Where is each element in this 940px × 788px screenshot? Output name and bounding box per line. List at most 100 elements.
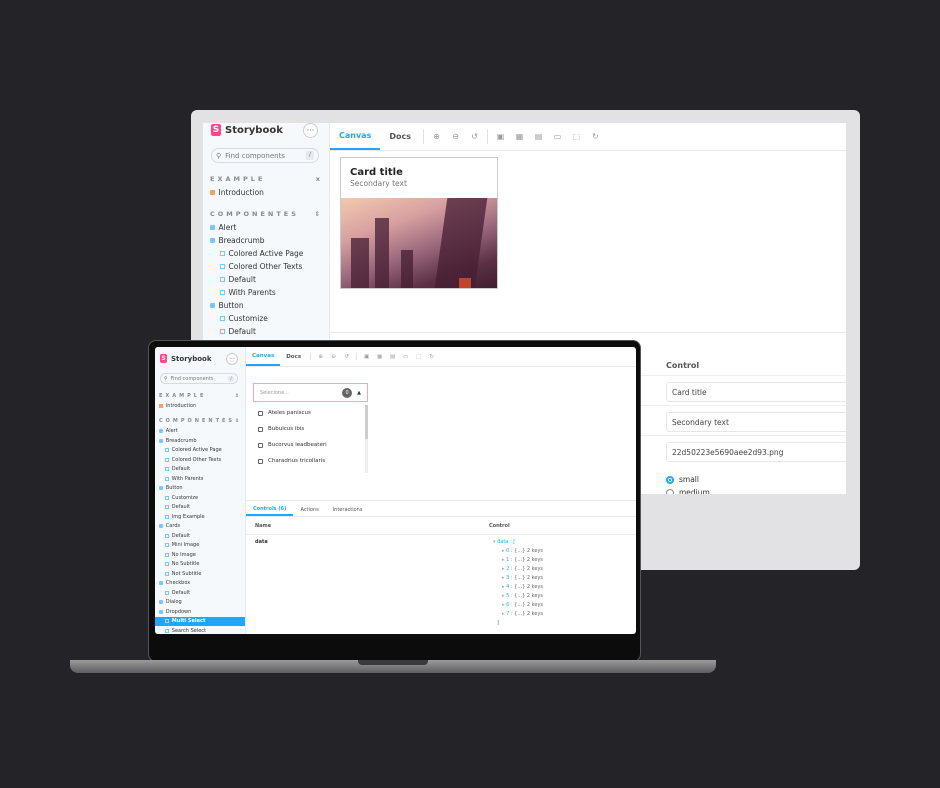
grid-icon[interactable]: ▦: [510, 123, 529, 150]
refresh-icon[interactable]: ↻: [425, 347, 438, 366]
sidebar-item[interactable]: Default: [155, 531, 245, 541]
sidebar-item[interactable]: Customize: [203, 312, 329, 325]
addon-tab[interactable]: Controls (6): [246, 503, 294, 516]
background-icon[interactable]: ▣: [360, 347, 373, 366]
sidebar-item[interactable]: Introduction: [203, 186, 329, 199]
measure-icon[interactable]: ▭: [548, 123, 567, 150]
sidebar-item[interactable]: Customize: [155, 493, 245, 503]
sidebar-item[interactable]: Alert: [155, 427, 245, 437]
sidebar-item[interactable]: With Parents: [155, 474, 245, 484]
checkbox[interactable]: [258, 410, 263, 416]
sidebar-item[interactable]: Breadcrumb: [155, 436, 245, 446]
zoom-out-icon[interactable]: ⊖: [327, 347, 340, 366]
checkbox[interactable]: [258, 442, 263, 448]
sidebar-item[interactable]: Default: [155, 588, 245, 598]
sidebar-item[interactable]: No Image: [155, 550, 245, 560]
search-input[interactable]: ⚲ Find components /: [160, 373, 238, 384]
dropdown-option[interactable]: Charadrius tricollaris: [258, 458, 325, 464]
sidebar-item[interactable]: Multi Select: [155, 616, 245, 626]
json-item[interactable]: ▸ 7 : {...} 2 keys: [493, 611, 543, 620]
addon-tab[interactable]: Actions: [293, 503, 325, 516]
sidebar-item[interactable]: Colored Active Page: [155, 446, 245, 456]
section-header[interactable]: COMPONENTES ⇕: [203, 206, 329, 221]
dropdown-option[interactable]: Bubulcus ibis: [258, 426, 304, 432]
dropdown-option[interactable]: Ateles paniscus: [258, 410, 311, 416]
sidebar-item[interactable]: Colored Other Texts: [203, 260, 329, 273]
refresh-icon[interactable]: ↻: [586, 123, 605, 150]
sidebar-item[interactable]: Default: [203, 273, 329, 286]
search-input[interactable]: ⚲ Find components /: [211, 148, 319, 163]
json-item[interactable]: ▸ 0 : {...} 2 keys: [493, 548, 543, 557]
scrollbar[interactable]: [365, 405, 368, 439]
sidebar-item[interactable]: No Subtitle: [155, 560, 245, 570]
zoom-reset-icon[interactable]: ↺: [340, 347, 353, 366]
collapse-icon[interactable]: ⇕: [315, 210, 323, 218]
tab-canvas[interactable]: Canvas: [330, 123, 381, 150]
radio-small[interactable]: small: [666, 475, 699, 484]
zoom-in-icon[interactable]: ⊕: [427, 123, 446, 150]
collapse-icon[interactable]: ⇕: [235, 418, 242, 424]
sidebar-item[interactable]: Colored Active Page: [203, 247, 329, 260]
sidebar-item[interactable]: Img Example: [155, 512, 245, 522]
zoom-in-icon[interactable]: ⊕: [314, 347, 327, 366]
viewport-icon[interactable]: ▤: [529, 123, 548, 150]
ellipsis-icon[interactable]: ···: [226, 353, 238, 365]
collapse-icon[interactable]: ⇕: [235, 393, 242, 399]
sidebar-item[interactable]: Button: [155, 484, 245, 494]
viewport-icon[interactable]: ▤: [386, 347, 399, 366]
zoom-out-icon[interactable]: ⊖: [446, 123, 465, 150]
sidebar-item[interactable]: Default: [203, 325, 329, 338]
checkbox[interactable]: [258, 426, 263, 432]
caret-up-icon[interactable]: ▲: [357, 390, 361, 396]
sidebar-item-label: Alert: [218, 223, 237, 232]
tab-docs[interactable]: Docs: [380, 123, 420, 150]
sidebar-item[interactable]: Button: [203, 299, 329, 312]
sidebar-item[interactable]: Not Subtitle: [155, 569, 245, 579]
background-icon[interactable]: ▣: [491, 123, 510, 150]
component-icon: [159, 438, 163, 443]
collapse-icon[interactable]: x: [316, 175, 323, 183]
json-root[interactable]: ▾ data : [: [493, 539, 543, 548]
tab-docs[interactable]: Docs: [280, 347, 307, 366]
card-title: Card title: [350, 167, 403, 178]
control-input[interactable]: Card title: [666, 382, 846, 402]
checkbox[interactable]: [258, 458, 263, 464]
measure-icon[interactable]: ▭: [399, 347, 412, 366]
json-item[interactable]: ▸ 1 : {...} 2 keys: [493, 557, 543, 566]
sidebar-item[interactable]: Search Select: [155, 626, 245, 634]
sidebar-item-label: With Parents: [228, 288, 276, 297]
sidebar-item[interactable]: With Parents: [203, 286, 329, 299]
sidebar-item[interactable]: Alert: [203, 221, 329, 234]
outline-icon[interactable]: ⬚: [567, 123, 586, 150]
control-input[interactable]: Secondary text: [666, 412, 846, 432]
sidebar-item[interactable]: Checkbox: [155, 579, 245, 589]
json-item[interactable]: ▸ 4 : {...} 2 keys: [493, 584, 543, 593]
grid-icon[interactable]: ▦: [373, 347, 386, 366]
ellipsis-icon[interactable]: ···: [303, 123, 318, 138]
section-header[interactable]: COMPONENTES ⇕: [155, 415, 245, 427]
json-item[interactable]: ▸ 3 : {...} 2 keys: [493, 575, 543, 584]
sidebar-item[interactable]: Dialog: [155, 598, 245, 608]
section-header[interactable]: EXAMPLE x: [203, 171, 329, 186]
sidebar-item[interactable]: Default: [155, 465, 245, 475]
dropdown-option[interactable]: Bucorvus leadbeateri: [258, 442, 327, 448]
json-item[interactable]: ▸ 2 : {...} 2 keys: [493, 566, 543, 575]
outline-icon[interactable]: ⬚: [412, 347, 425, 366]
sidebar-item[interactable]: Colored Other Texts: [155, 455, 245, 465]
sidebar-item-label: Alert: [165, 428, 178, 435]
control-input[interactable]: 22d50223e5690aee2d93.png: [666, 442, 846, 462]
multi-select-dropdown[interactable]: Selecione... 0 ▲: [253, 383, 368, 402]
sidebar-item[interactable]: Dropdown: [155, 607, 245, 617]
radio-medium[interactable]: medium: [666, 488, 710, 494]
addon-tab[interactable]: Interactions: [326, 503, 370, 516]
sidebar-item[interactable]: Breadcrumb: [203, 234, 329, 247]
section-header[interactable]: EXAMPLE ⇕: [155, 390, 245, 402]
json-item[interactable]: ▸ 5 : {...} 2 keys: [493, 593, 543, 602]
sidebar-item[interactable]: Default: [155, 503, 245, 513]
sidebar-item[interactable]: Introduction: [155, 402, 245, 412]
json-item[interactable]: ▸ 6 : {...} 2 keys: [493, 602, 543, 611]
tab-canvas[interactable]: Canvas: [246, 347, 281, 366]
zoom-reset-icon[interactable]: ↺: [465, 123, 484, 150]
sidebar-item[interactable]: Cards: [155, 522, 245, 532]
sidebar-item[interactable]: Mini Image: [155, 541, 245, 551]
